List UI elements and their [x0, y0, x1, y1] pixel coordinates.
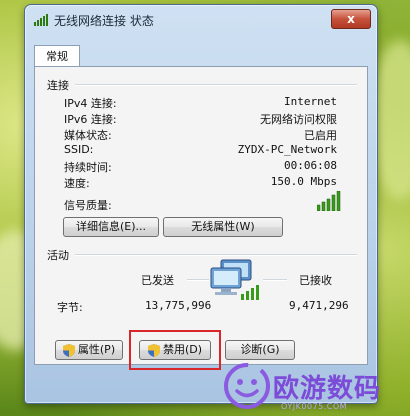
ssid-label: SSID: — [64, 143, 94, 156]
details-button[interactable]: 详细信息(E)... — [63, 217, 159, 237]
watermark-text: 欧游数码 — [273, 374, 382, 404]
smiley-logo-icon — [224, 363, 270, 409]
section-divider — [75, 254, 357, 256]
wireless-signal-icon — [34, 14, 48, 26]
close-icon: x — [347, 12, 355, 26]
general-panel: 连接 IPv4 连接: Internet IPv6 连接: 无网络访问权限 媒体… — [34, 66, 368, 370]
status-dialog: 无线网络连接 状态 x 常规 连接 IPv4 连接: Internet IPv6… — [24, 4, 378, 404]
window-title: 无线网络连接 状态 — [54, 14, 154, 28]
wireless-properties-button[interactable]: 无线属性(W) — [163, 217, 283, 237]
diagnose-button[interactable]: 诊断(G) — [225, 340, 295, 360]
ipv6-value: 无网络访问权限 — [260, 113, 337, 126]
ipv6-label: IPv6 连接: — [64, 113, 117, 126]
ssid-value: ZYDX-PC_Network — [237, 143, 337, 156]
watermark: 欧游数码 OYJK0075.COM — [223, 360, 408, 416]
received-bytes: 9,471,296 — [289, 299, 349, 312]
speed-label: 速度: — [64, 177, 90, 190]
title-bar[interactable]: 无线网络连接 状态 x — [25, 5, 377, 33]
signal-quality-label: 信号质量: — [64, 199, 112, 212]
tab-general[interactable]: 常规 — [34, 45, 80, 67]
network-computers-icon — [210, 259, 259, 300]
sent-line — [187, 279, 209, 281]
highlight-box — [129, 330, 221, 370]
signal-bars-icon — [317, 191, 341, 211]
media-state-value: 已启用 — [304, 129, 337, 142]
close-button[interactable]: x — [331, 9, 371, 29]
duration-label: 持续时间: — [64, 161, 112, 174]
section-divider — [75, 84, 357, 86]
activity-section-title: 活动 — [47, 249, 69, 262]
shield-icon — [62, 343, 75, 357]
received-line — [263, 279, 287, 281]
sent-label: 已发送 — [141, 274, 174, 287]
received-label: 已接收 — [299, 274, 332, 287]
properties-label: 属性(P) — [77, 343, 116, 356]
duration-value: 00:06:08 — [284, 159, 337, 172]
watermark-subtext: OYJK0075.COM — [281, 402, 348, 411]
media-state-label: 媒体状态: — [64, 129, 112, 142]
properties-button[interactable]: 属性(P) — [55, 340, 123, 360]
sent-bytes: 13,775,996 — [145, 299, 212, 312]
bytes-label: 字节: — [57, 301, 83, 314]
speed-value: 150.0 Mbps — [270, 175, 337, 188]
connection-section-title: 连接 — [47, 79, 69, 92]
ipv4-value: Internet — [284, 95, 337, 108]
ipv4-label: IPv4 连接: — [64, 97, 117, 110]
